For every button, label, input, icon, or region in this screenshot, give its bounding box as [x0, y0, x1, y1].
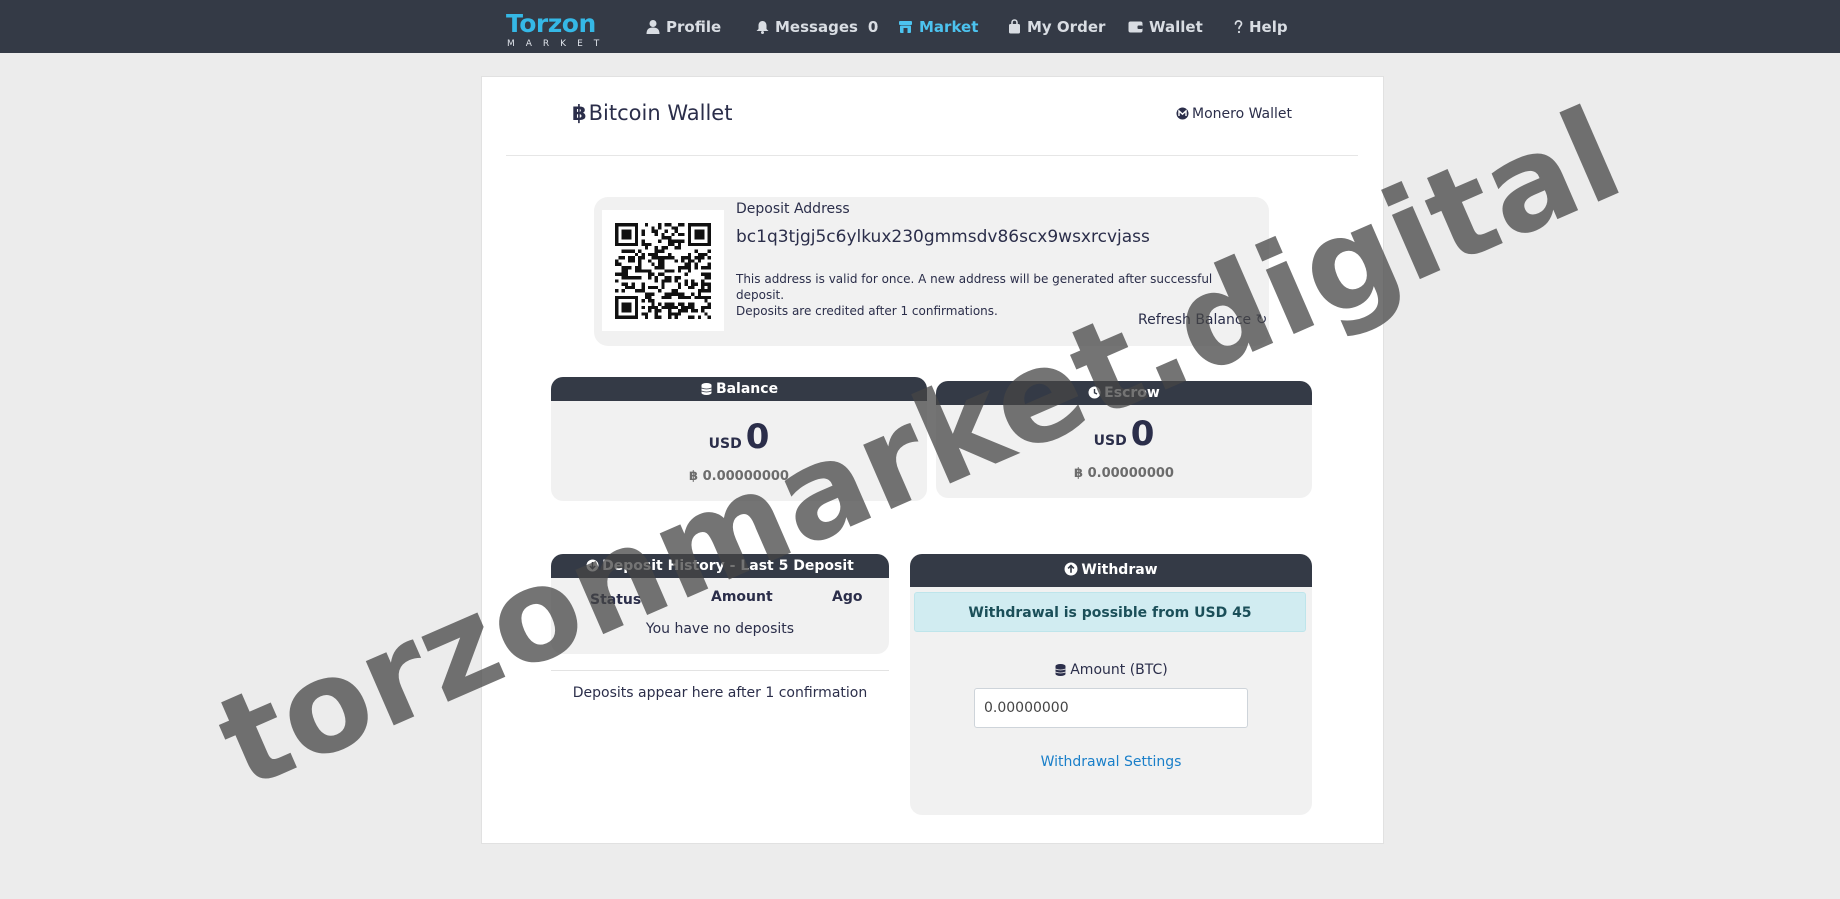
- history-divider: [551, 670, 889, 671]
- page-title: ฿Bitcoin Wallet: [572, 101, 732, 125]
- deposit-history-panel: Deposit History - Last 5 Deposit Status …: [551, 554, 889, 654]
- nav-wallet-label: Wallet: [1149, 18, 1203, 36]
- escrow-btc-value: ฿ 0.00000000: [1074, 466, 1174, 481]
- col-status: Status: [590, 592, 642, 608]
- col-ago: Ago: [832, 589, 863, 605]
- messages-count-badge: 0: [867, 18, 879, 36]
- nav-messages[interactable]: Messages 0: [756, 0, 878, 53]
- withdraw-header: Withdraw: [910, 554, 1312, 587]
- col-amount: Amount: [711, 589, 773, 605]
- nav-my-order-label: My Order: [1027, 18, 1106, 36]
- deposit-address-value[interactable]: bc1q3tjgj5c6ylkux230gmmsdv86scx9wsxrcvja…: [736, 227, 1150, 247]
- coins-icon: [701, 382, 712, 395]
- nav-help-label: Help: [1249, 18, 1288, 36]
- balance-panel: Balance USD 0 ฿ 0.00000000: [551, 377, 927, 501]
- torzon-logo[interactable]: Torzon MARKET: [506, 9, 606, 50]
- nav-market[interactable]: Market: [898, 0, 978, 53]
- deposit-history-header: Deposit History - Last 5 Deposit: [551, 554, 889, 578]
- withdraw-panel: Withdraw Withdrawal is possible from USD…: [910, 554, 1312, 815]
- bell-icon: [756, 20, 769, 34]
- user-icon: [646, 20, 660, 34]
- withdraw-minimum-alert: Withdrawal is possible from USD 45: [914, 592, 1306, 632]
- deposit-history-title: Deposit History - Last 5 Deposit: [602, 558, 854, 574]
- withdraw-amount-input[interactable]: [974, 688, 1248, 728]
- bag-icon: [1009, 19, 1020, 34]
- question-icon: [1234, 19, 1243, 33]
- deposit-address-label: Deposit Address: [736, 201, 850, 217]
- store-icon: [899, 20, 912, 33]
- escrow-title: Escrow: [1104, 385, 1160, 401]
- logo-word: Torzon: [506, 9, 596, 38]
- monero-icon: [1176, 107, 1189, 119]
- escrow-header: Escrow: [936, 381, 1312, 405]
- arrow-down-circle-icon: [586, 559, 599, 571]
- header-divider: [506, 155, 1358, 156]
- nav-profile[interactable]: Profile: [646, 0, 721, 53]
- balance-btc-value: ฿ 0.00000000: [689, 469, 789, 484]
- deposit-note-line1: This address is valid for once. A new ad…: [736, 272, 1213, 302]
- deposit-history-footnote: Deposits appear here after 1 confirmatio…: [572, 685, 868, 701]
- escrow-currency: USD: [1093, 433, 1127, 449]
- nav-messages-label: Messages: [775, 18, 858, 36]
- nav-my-order[interactable]: My Order: [1008, 0, 1105, 53]
- coins-icon: [1055, 663, 1066, 676]
- monero-wallet-link[interactable]: Monero Wallet: [1176, 106, 1292, 122]
- withdrawal-settings-link[interactable]: Withdrawal Settings: [910, 754, 1312, 770]
- withdraw-title: Withdraw: [1081, 562, 1158, 578]
- clock-icon: [1088, 386, 1101, 398]
- balance-usd: USD 0: [551, 417, 927, 457]
- amount-label: Amount (BTC): [910, 662, 1312, 678]
- monero-wallet-label: Monero Wallet: [1192, 106, 1293, 122]
- balance-usd-value: 0: [745, 417, 770, 457]
- balance-title: Balance: [715, 381, 779, 397]
- nav-help[interactable]: Help: [1234, 0, 1288, 53]
- escrow-usd-value: 0: [1130, 414, 1155, 454]
- nav-wallet[interactable]: Wallet: [1128, 0, 1203, 53]
- nav-profile-label: Profile: [666, 18, 722, 36]
- wallet-icon: [1128, 21, 1143, 33]
- amount-label-text: Amount (BTC): [1070, 662, 1168, 678]
- deposit-qr-code: [602, 210, 724, 331]
- refresh-balance-link[interactable]: Refresh Balance ↻: [1138, 312, 1267, 328]
- escrow-panel: Escrow USD 0 ฿ 0.00000000: [936, 381, 1312, 498]
- top-navbar: Torzon MARKET Profile Messages 0 Market M…: [0, 0, 1840, 53]
- balance-header: Balance: [551, 377, 927, 401]
- page-title-text: Bitcoin Wallet: [588, 101, 733, 125]
- escrow-usd: USD 0: [936, 414, 1312, 454]
- no-deposits-message: You have no deposits: [645, 621, 795, 637]
- balance-currency: USD: [708, 436, 742, 452]
- arrow-up-circle-icon: [1064, 562, 1078, 576]
- bitcoin-icon: ฿: [572, 101, 587, 125]
- nav-market-label: Market: [919, 18, 979, 36]
- logo-subtitle: MARKET: [507, 39, 611, 49]
